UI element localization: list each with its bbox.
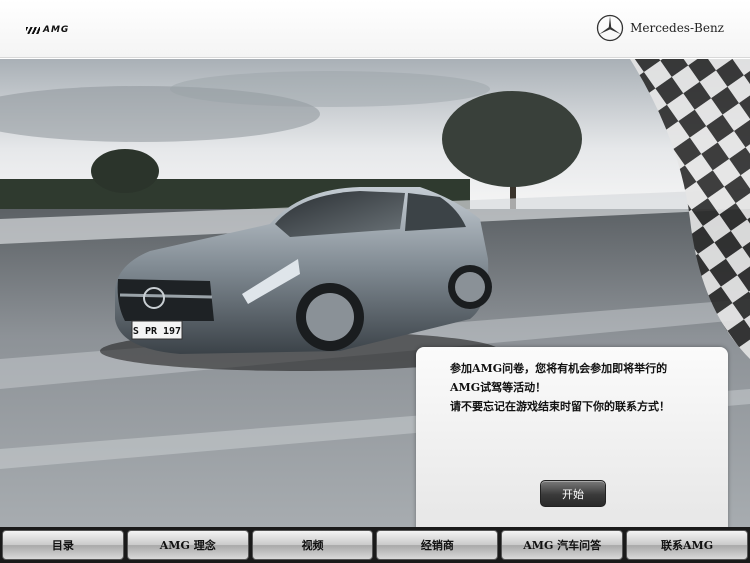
amg-logo-text: AMG — [43, 25, 70, 35]
bottom-nav: 目录 AMG 理念 视频 经销商 AMG 汽车问答 联系AMG — [0, 527, 750, 563]
nav-item-dealers[interactable]: 经销商 — [376, 530, 499, 560]
nav-item-video[interactable]: 视频 — [251, 530, 374, 560]
nav-item-catalog[interactable]: 目录 — [2, 530, 124, 560]
start-button[interactable]: 开始 — [540, 480, 606, 507]
nav-item-amg-quiz[interactable]: AMG 汽车问答 — [501, 530, 624, 560]
mercedes-brand[interactable]: Mercedes-Benz — [596, 14, 724, 42]
nav-item-amg-concept[interactable]: AMG 理念 — [126, 530, 249, 560]
amg-logo[interactable]: AMG — [26, 25, 69, 35]
dialog-line-2: AMG试驾等活动！ — [450, 381, 547, 394]
mercedes-star-icon — [596, 14, 624, 42]
survey-dialog: 参加AMG问卷，您将有机会参加即将举行的 AMG试驾等活动！ 请不要忘记在游戏结… — [416, 347, 728, 533]
dialog-line-1: 参加AMG问卷，您将有机会参加即将举行的 — [450, 362, 668, 375]
amg-stripes-icon — [26, 26, 40, 34]
header-bar: AMG Mercedes-Benz — [0, 0, 750, 58]
dialog-line-3: 请不要忘记在游戏结束时留下你的联系方式！ — [450, 400, 670, 413]
license-plate-text: S PR 197 — [133, 326, 181, 337]
brand-name: Mercedes-Benz — [630, 21, 724, 35]
nav-item-contact-amg[interactable]: 联系AMG — [626, 530, 748, 560]
dialog-message: 参加AMG问卷，您将有机会参加即将举行的 AMG试驾等活动！ 请不要忘记在游戏结… — [450, 359, 712, 416]
